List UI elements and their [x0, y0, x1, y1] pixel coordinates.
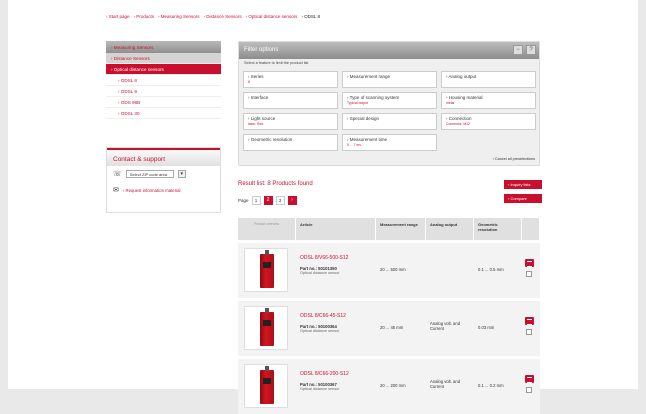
mail-icon: ✉: [113, 187, 119, 194]
page-1[interactable]: 1: [251, 196, 261, 205]
compare-checkbox[interactable]: [526, 271, 532, 277]
breadcrumb-start[interactable]: › Start page: [106, 14, 130, 22]
request-info-link[interactable]: › Request information material: [123, 188, 181, 193]
breadcrumb-optical[interactable]: › Optical distance sensors: [246, 14, 298, 22]
page-3[interactable]: 3: [275, 196, 285, 205]
breadcrumb-products[interactable]: › Products: [134, 14, 155, 22]
chevron-down-icon[interactable]: ▾: [177, 170, 186, 178]
table-header: Product overview Article Measurement ran…: [238, 218, 540, 240]
list-icon[interactable]: [525, 375, 534, 383]
range-cell: 20 ... 200 mm: [380, 383, 406, 388]
filter-interface[interactable]: › Interface: [243, 92, 338, 109]
filter-measurement-time[interactable]: › Measurement time 5 ... 7 ms: [342, 134, 437, 151]
product-title-link[interactable]: ODSL 8/C66-45-S12: [300, 313, 376, 319]
product-desc: Optical distance sensor: [300, 387, 340, 391]
product-desc: Optical distance sensor: [300, 329, 340, 333]
list-icon[interactable]: [525, 259, 534, 267]
filter-light-source[interactable]: › Light source laser, Red: [243, 113, 338, 130]
page-2[interactable]: 2: [263, 196, 273, 205]
filter-analog-output[interactable]: › Analog output: [441, 71, 536, 88]
filter-measurement-range[interactable]: › Measurement range: [342, 71, 437, 88]
sidebar-item-measuring[interactable]: › Measuring Sensors: [106, 41, 221, 53]
resolution-cell: 0.1 ... 0.2 mm: [478, 383, 504, 388]
col-overview: Product overview: [238, 218, 296, 240]
filter-panel: Filter options − ? Select a feature to l…: [238, 41, 540, 166]
result-count: Result list: 8 Products found: [238, 181, 313, 187]
filter-hint: Select a feature to limit the product li…: [244, 61, 309, 65]
filter-scanning-system[interactable]: › Type of scanning system Typical output: [342, 92, 437, 109]
sidebar-item-odsl9[interactable]: › ODSL 9: [106, 86, 221, 97]
page-label: Page: [238, 198, 249, 203]
compare-checkbox[interactable]: [526, 329, 532, 335]
sidebar-item-odsl30[interactable]: › ODSL 30: [106, 108, 221, 119]
cancel-preselections-link[interactable]: › Cancel all preselections: [493, 157, 535, 161]
zip-select[interactable]: Select ZIP code area: [125, 170, 174, 178]
product-image[interactable]: [244, 364, 288, 408]
next-page-icon[interactable]: ›: [287, 196, 297, 205]
filter-connection[interactable]: › Connection Connector, M12: [441, 113, 536, 130]
breadcrumb-current: › ODSL 8: [301, 14, 320, 19]
compare-button[interactable]: › Compare: [504, 194, 542, 203]
range-cell: 20 ... 45 mm: [380, 325, 404, 330]
range-cell: 20 ... 500 mm: [380, 267, 406, 272]
product-desc: Optical distance sensor: [300, 271, 340, 275]
product-title-link[interactable]: ODSL 8/C66-200-S12: [300, 371, 376, 377]
compare-checkbox[interactable]: [526, 387, 532, 393]
phone-icon: ☏: [113, 171, 122, 178]
contact-title: Contact & support: [107, 148, 220, 166]
product-image[interactable]: [244, 248, 288, 292]
collapse-icon[interactable]: −: [513, 45, 523, 55]
breadcrumb-distance[interactable]: › Distance Sensors: [204, 14, 242, 22]
sidebar-item-distance[interactable]: › Distance Sensors: [106, 53, 221, 64]
col-actions: [522, 218, 540, 240]
filter-geometric-resolution[interactable]: › Geometric resolution: [243, 134, 338, 151]
help-icon[interactable]: ?: [526, 45, 536, 55]
filter-special-design[interactable]: › Special design: [342, 113, 437, 130]
analog-cell: Analog volt. and Current: [430, 321, 461, 331]
sidebar-item-ods96b[interactable]: › ODS 96B: [106, 97, 221, 108]
breadcrumb: › Start page › Products › Measuring Sens…: [106, 14, 320, 22]
pagination: Page 1 2 3 ›: [238, 196, 297, 205]
col-analog[interactable]: Analog output: [426, 218, 474, 240]
filter-title: Filter options: [244, 47, 279, 53]
product-title-link[interactable]: ODSL 8/V66-500-S12: [300, 255, 376, 261]
col-range[interactable]: Measurement range: [376, 218, 426, 240]
list-icon[interactable]: [525, 317, 534, 325]
col-resolution[interactable]: Geometric resolution: [474, 218, 522, 240]
resolution-cell: 0.1 ... 0.5 mm: [478, 267, 504, 272]
table-row: ODSL 8/V66-500-S12 Part no.: 50101350 Opti…: [238, 243, 540, 298]
filter-housing-material[interactable]: › Housing material metal: [441, 92, 536, 109]
table-row: ODSL 8/C66-45-S12 Part no.: 50100364 Optic…: [238, 301, 540, 356]
resolution-cell: 0.03 mm: [478, 325, 495, 330]
page: › Start page › Products › Measuring Sens…: [8, 0, 638, 414]
sidebar-item-odsl8[interactable]: › ODSL 8: [106, 75, 221, 86]
analog-cell: [426, 243, 474, 267]
col-article[interactable]: Article: [296, 218, 376, 240]
analog-cell: Analog volt. and Current: [430, 379, 461, 389]
filter-series[interactable]: › Series 8: [243, 71, 338, 88]
inquiry-list-button[interactable]: › Inquiry lists: [504, 180, 542, 189]
contact-support-box: Contact & support ☏ Select ZIP code area…: [106, 147, 221, 213]
breadcrumb-measuring[interactable]: › Measuring Sensors: [158, 14, 200, 22]
sidebar-item-optical[interactable]: › Optical distance sensors: [106, 64, 221, 75]
results-table: Product overview Article Measurement ran…: [238, 218, 540, 414]
table-row: ODSL 8/C66-200-S12 Part no.: 50100367 Opti…: [238, 359, 540, 414]
product-image[interactable]: [244, 306, 288, 350]
sidebar: › Measuring Sensors › Distance Sensors ›…: [106, 41, 221, 119]
